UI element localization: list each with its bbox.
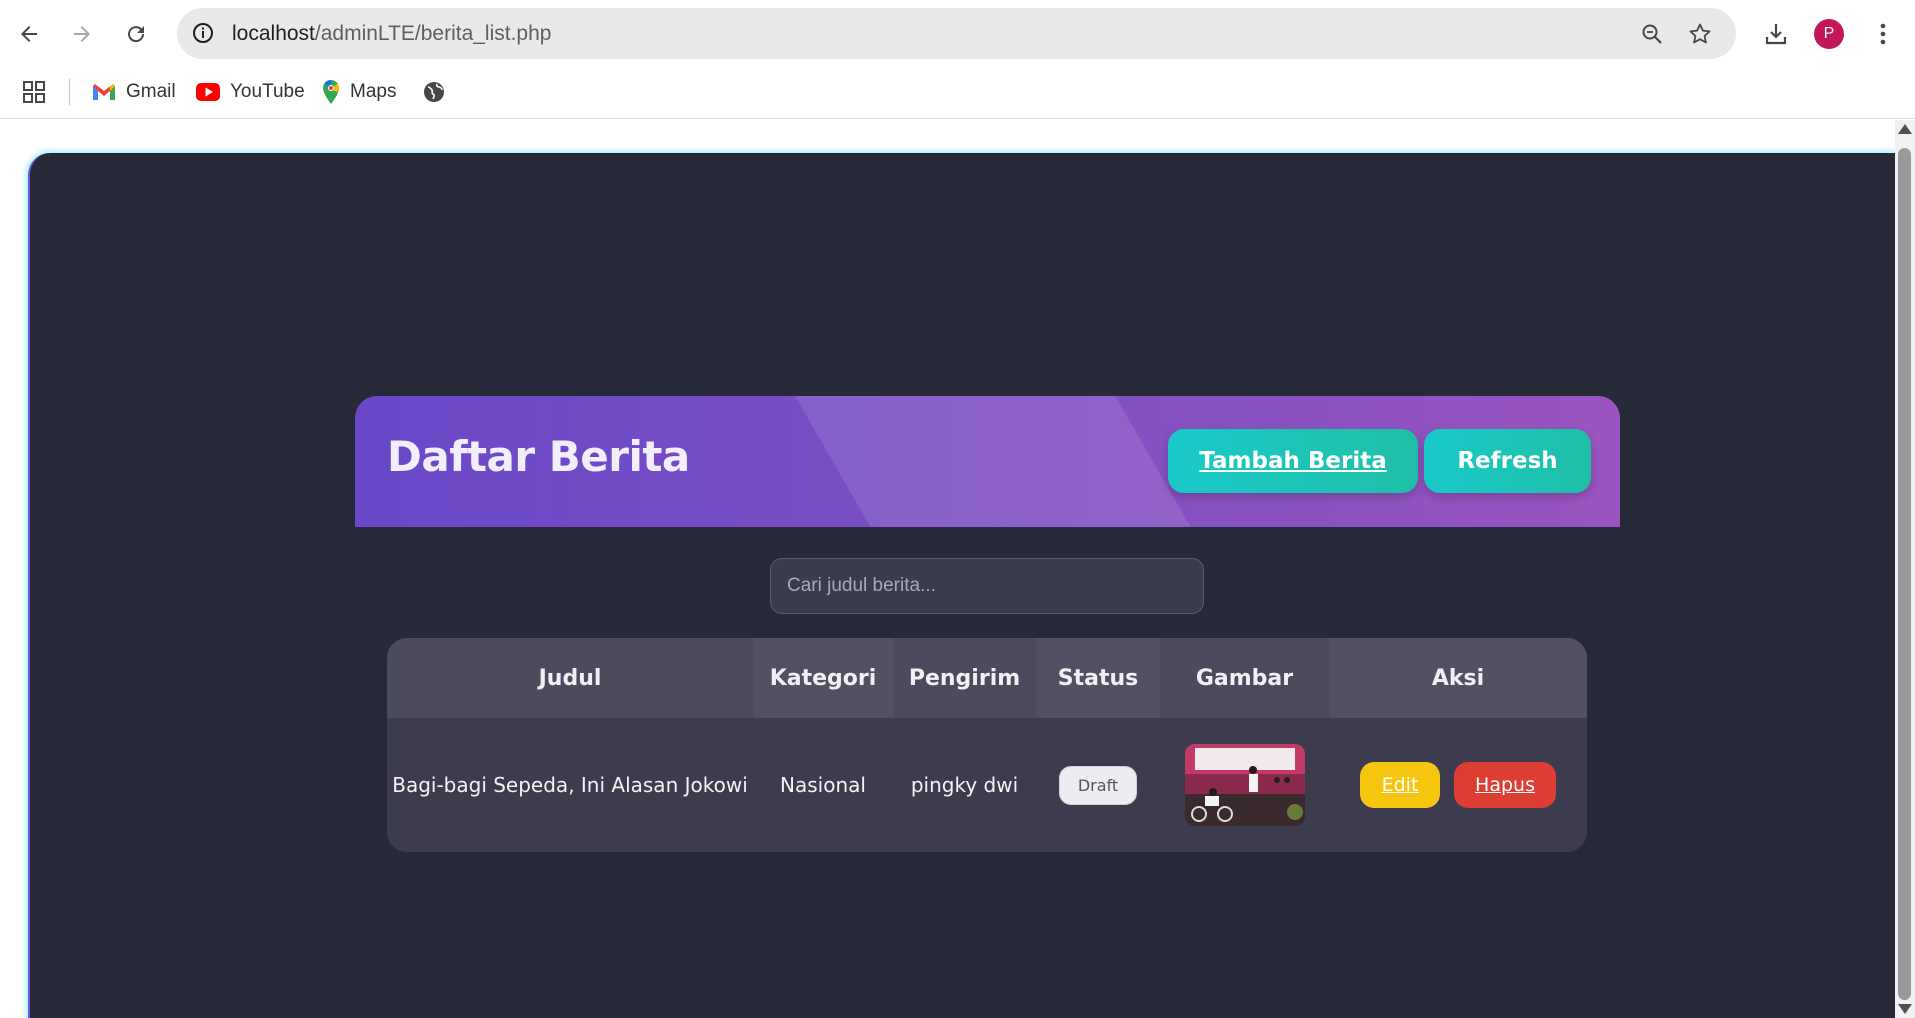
page-title: Daftar Berita	[387, 432, 690, 481]
url-host: localhost	[232, 22, 315, 45]
bookmark-star-icon[interactable]	[1685, 19, 1715, 49]
url-path: /adminLTE/berita_list.php	[314, 22, 552, 45]
bookmarks-separator	[69, 79, 70, 105]
table-header: Judul Kategori Pengirim Status Gambar Ak…	[387, 638, 1587, 718]
news-thumbnail-image	[1184, 744, 1305, 826]
cell-status: Draft	[1036, 718, 1160, 852]
column-header-status: Status	[1036, 638, 1160, 718]
browser-toolbar: localhost/adminLTE/berita_list.php P	[0, 0, 1915, 67]
add-news-button[interactable]: Tambah Berita	[1168, 429, 1418, 493]
cell-aksi: Edit Hapus	[1329, 718, 1587, 852]
globe-icon[interactable]	[423, 77, 445, 107]
profile-avatar[interactable]: P	[1814, 19, 1844, 49]
url-text: localhost/adminLTE/berita_list.php	[232, 8, 551, 59]
address-bar[interactable]: localhost/adminLTE/berita_list.php	[177, 8, 1736, 59]
news-table: Judul Kategori Pengirim Status Gambar Ak…	[387, 638, 1587, 852]
column-header-pengirim: Pengirim	[908, 665, 1021, 691]
card-header: Daftar Berita Tambah Berita Refresh	[355, 396, 1620, 527]
cell-pengirim: pingky dwi	[910, 773, 1019, 797]
download-icon[interactable]	[1756, 14, 1796, 54]
status-badge: Draft	[1058, 765, 1138, 805]
reload-icon[interactable]	[116, 14, 156, 54]
cell-judul: Bagi-bagi Sepeda, Ini Alasan Jokowi	[392, 773, 748, 797]
bookmarks-bar: Gmail YouTube Maps	[0, 67, 1915, 119]
cell-gambar	[1160, 718, 1329, 852]
bookmark-gmail[interactable]: Gmail	[92, 77, 176, 107]
cell-kategori: Nasional	[780, 773, 866, 797]
scroll-up-arrow-icon[interactable]	[1898, 124, 1912, 134]
youtube-icon	[196, 83, 220, 101]
bookmark-youtube[interactable]: YouTube	[196, 77, 305, 107]
column-header-gambar: Gambar	[1195, 665, 1294, 691]
column-header-aksi: Aksi	[1329, 638, 1587, 718]
more-menu-icon[interactable]	[1863, 14, 1903, 54]
scrollbar-thumb[interactable]	[1898, 148, 1911, 1000]
edit-button[interactable]: Edit	[1360, 762, 1440, 808]
back-icon[interactable]	[9, 14, 49, 54]
bookmark-label: YouTube	[230, 81, 305, 102]
gmail-icon	[93, 84, 115, 100]
column-header-judul: Judul	[538, 665, 602, 691]
bookmark-label: Gmail	[126, 81, 176, 102]
site-info-icon[interactable]	[189, 19, 217, 47]
column-header-kategori: Kategori	[753, 638, 893, 718]
scroll-down-arrow-icon[interactable]	[1898, 1004, 1912, 1014]
bookmark-maps[interactable]: Maps	[322, 77, 396, 107]
page-scrollbar[interactable]	[1895, 120, 1915, 1018]
zoom-icon[interactable]	[1637, 19, 1667, 49]
maps-pin-icon	[323, 80, 339, 104]
apps-grid-icon[interactable]	[22, 77, 46, 107]
delete-button[interactable]: Hapus	[1454, 762, 1556, 808]
forward-icon[interactable]	[62, 14, 102, 54]
search-input[interactable]: Cari judul berita...	[770, 558, 1204, 614]
refresh-button[interactable]: Refresh	[1424, 429, 1591, 493]
header-decoration	[795, 396, 1191, 527]
bookmark-label: Maps	[350, 81, 397, 102]
